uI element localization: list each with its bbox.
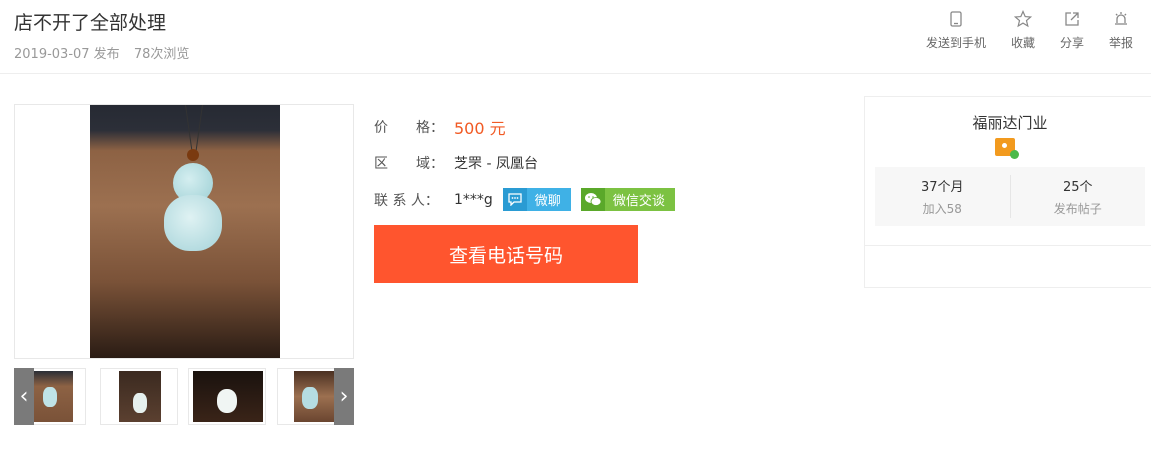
- thumbnail-strip: ‹ ›: [14, 368, 354, 425]
- header-divider: [0, 73, 1151, 74]
- star-icon: [1013, 10, 1032, 28]
- send-to-phone-label: 发送到手机: [925, 36, 986, 50]
- stat-value: 25个: [1062, 180, 1093, 195]
- shop-card: 福丽达门业 37个月 加入58 25个 发布帖子: [864, 96, 1151, 288]
- send-to-phone-button[interactable]: 发送到手机: [926, 10, 986, 51]
- contact-value: 1***g: [454, 191, 493, 208]
- page-title: 店不开了全部处理: [14, 12, 167, 34]
- main-photo[interactable]: [14, 104, 354, 359]
- share-icon: [1063, 10, 1081, 28]
- report-label: 举报: [1108, 36, 1133, 50]
- region-value[interactable]: 芝罘 - 凤凰台: [454, 153, 538, 173]
- weiliao-button[interactable]: 微聊: [502, 188, 571, 211]
- price-row: 价 格： 500 元: [374, 115, 506, 139]
- chat-bubble-icon: [502, 188, 527, 211]
- thumbnail[interactable]: [188, 368, 266, 425]
- shop-stats: 37个月 加入58 25个 发布帖子: [875, 167, 1145, 226]
- alarm-icon: [1112, 10, 1130, 28]
- stat-value: 37个月: [920, 180, 964, 195]
- price-label: 价 格：: [374, 120, 444, 136]
- header-actions: 发送到手机 收藏 分享 举报: [901, 10, 1133, 51]
- verified-badge-icon: [995, 138, 1019, 159]
- stat-label: 加入58: [922, 202, 962, 216]
- thumbnail[interactable]: [100, 368, 178, 425]
- wechat-label: 微信交谈: [612, 194, 665, 209]
- wechat-button[interactable]: 微信交谈: [580, 188, 675, 211]
- report-button[interactable]: 举报: [1109, 10, 1133, 51]
- price-value: 500 元: [454, 119, 506, 138]
- contact-row: 联 系 人： 1***g 微聊 微信交谈: [374, 188, 685, 211]
- region-row: 区 域： 芝罘 - 凤凰台: [374, 153, 538, 173]
- stat-label: 发布帖子: [1053, 202, 1102, 216]
- shop-name[interactable]: 福丽达门业: [865, 112, 1151, 133]
- favorite-label: 收藏: [1010, 36, 1035, 50]
- post-meta: 2019-03-07 发布 78次浏览: [14, 43, 189, 62]
- publish-date: 2019-03-07 发布: [14, 47, 120, 62]
- contact-label: 联 系 人：: [374, 192, 439, 209]
- view-phone-button[interactable]: 查看电话号码: [374, 225, 638, 283]
- chevron-right-icon[interactable]: ›: [334, 368, 354, 425]
- chevron-left-icon[interactable]: ‹: [14, 368, 34, 425]
- stat-posts: 25个 发布帖子: [1009, 175, 1146, 218]
- weiliao-label: 微聊: [534, 194, 561, 209]
- phone-icon: [947, 10, 965, 28]
- shop-divider: [865, 245, 1151, 246]
- share-button[interactable]: 分享: [1060, 10, 1084, 51]
- share-label: 分享: [1059, 36, 1084, 50]
- region-label: 区 域：: [374, 156, 444, 172]
- favorite-button[interactable]: 收藏: [1011, 10, 1035, 51]
- view-count: 78次浏览: [133, 47, 190, 62]
- jade-pendant-image: [90, 105, 280, 358]
- stat-membership: 37个月 加入58: [875, 167, 1010, 226]
- wechat-icon: [580, 188, 605, 211]
